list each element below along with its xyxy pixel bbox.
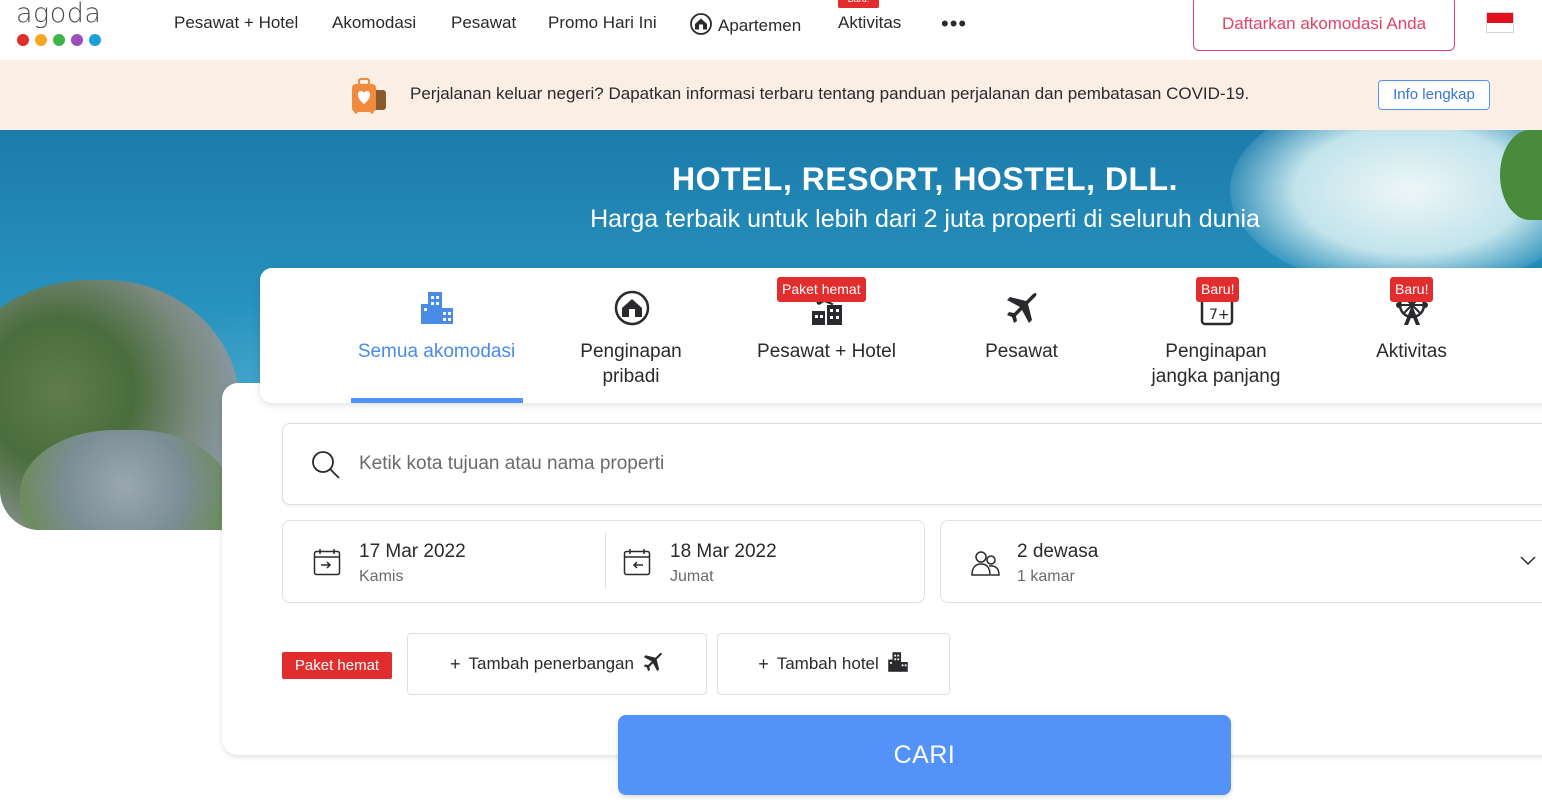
add-hotel-label: Tambah hotel bbox=[776, 654, 879, 673]
more-menu-icon[interactable]: ••• bbox=[941, 11, 967, 37]
hero-subtitle: Harga terbaik untuk lebih dari 2 juta pr… bbox=[590, 205, 1260, 233]
calendar-checkout-icon bbox=[623, 548, 651, 581]
logo-dot bbox=[53, 34, 65, 46]
covid-banner-text: Perjalanan keluar negeri? Dapatkan infor… bbox=[410, 84, 1250, 103]
checkout-date: 18 Mar 2022 bbox=[670, 541, 777, 562]
checkin-date-field[interactable]: 17 Mar 2022 Kamis bbox=[283, 521, 605, 604]
checkout-date-field[interactable]: 18 Mar 2022 Jumat bbox=[606, 521, 926, 604]
logo-text: agoda bbox=[16, 0, 102, 29]
nav-deals[interactable]: Promo Hari Ini bbox=[548, 13, 657, 33]
buildings-icon bbox=[887, 651, 909, 678]
people-icon bbox=[971, 549, 1001, 582]
info-button[interactable]: Info lengkap bbox=[1378, 80, 1490, 110]
tab-flights[interactable]: Pesawat bbox=[924, 288, 1119, 364]
tab-label: Pesawat bbox=[985, 341, 1058, 362]
nav-apartments-label: Apartemen bbox=[718, 16, 802, 35]
new-badge: Baru! bbox=[838, 0, 879, 8]
product-tabs: Semua akomodasi Penginapan pribadi Paket… bbox=[260, 268, 1542, 403]
add-hotel-button[interactable]: + Tambah hotel bbox=[717, 633, 950, 695]
plane-icon bbox=[642, 651, 664, 678]
hero-title: HOTEL, RESORT, HOSTEL, DLL. bbox=[672, 161, 1178, 197]
checkout-day: Jumat bbox=[670, 568, 714, 585]
nav-activities[interactable]: Aktivitas bbox=[838, 13, 901, 33]
tab-label: Penginapan jangka panjang bbox=[1151, 341, 1281, 387]
logo-dot bbox=[17, 34, 29, 46]
chevron-down-icon bbox=[1519, 553, 1537, 571]
covid-banner: Perjalanan keluar negeri? Dapatkan infor… bbox=[0, 60, 1542, 130]
checkin-day: Kamis bbox=[359, 568, 404, 585]
logo-dot bbox=[89, 34, 101, 46]
tab-private-stays[interactable]: Penginapan pribadi bbox=[534, 288, 729, 389]
plane-icon bbox=[924, 288, 1119, 328]
svg-text:7+: 7+ bbox=[1209, 307, 1230, 323]
indonesia-flag-icon[interactable] bbox=[1486, 12, 1514, 33]
logo-dot bbox=[35, 34, 47, 46]
checkin-date: 17 Mar 2022 bbox=[359, 541, 466, 562]
tab-label: Aktivitas bbox=[1376, 341, 1447, 362]
tab-all-accommodation[interactable]: Semua akomodasi bbox=[339, 288, 534, 364]
nav-flight-hotel[interactable]: Pesawat + Hotel bbox=[174, 13, 298, 33]
new-badge: Baru! bbox=[1390, 277, 1434, 302]
tab-long-stays[interactable]: Baru! 7+ Penginapan jangka panjang bbox=[1119, 277, 1314, 389]
buildings-icon bbox=[339, 288, 534, 328]
top-navigation: agoda Pesawat + Hotel Akomodasi Pesawat … bbox=[0, 0, 1542, 60]
package-deal-badge: Paket hemat bbox=[282, 652, 392, 679]
house-icon bbox=[534, 288, 729, 328]
logo-dots bbox=[17, 34, 101, 46]
tab-flight-hotel[interactable]: Paket hemat Pesawat + Hotel bbox=[729, 277, 924, 364]
luggage-heart-icon bbox=[350, 78, 388, 119]
nav-apartments[interactable]: Apartemen bbox=[690, 13, 801, 40]
tab-label: Semua akomodasi bbox=[357, 341, 516, 362]
destination-search-box[interactable] bbox=[282, 423, 1542, 505]
logo-dot bbox=[71, 34, 83, 46]
adults-count: 2 dewasa bbox=[1017, 541, 1099, 562]
add-flight-button[interactable]: + Tambah penerbangan bbox=[407, 633, 707, 695]
destination-search-input[interactable] bbox=[359, 448, 1259, 480]
new-badge: Baru! bbox=[1196, 277, 1240, 302]
nav-accommodation[interactable]: Akomodasi bbox=[332, 13, 416, 33]
add-flight-label: Tambah penerbangan bbox=[468, 654, 634, 673]
tab-label: Pesawat + Hotel bbox=[757, 341, 896, 362]
date-picker: 17 Mar 2022 Kamis 18 Mar 2022 Jumat bbox=[282, 520, 925, 603]
search-button[interactable]: CARI bbox=[618, 715, 1231, 795]
house-icon bbox=[690, 13, 712, 40]
register-property-button[interactable]: Daftarkan akomodasi Anda bbox=[1193, 0, 1455, 51]
agoda-logo[interactable]: agoda bbox=[16, 0, 108, 50]
guests-rooms-selector[interactable]: 2 dewasa 1 kamar bbox=[940, 520, 1542, 603]
rooms-count: 1 kamar bbox=[1017, 568, 1075, 585]
search-icon bbox=[311, 450, 341, 485]
active-tab-indicator bbox=[351, 398, 523, 403]
tab-activities[interactable]: Baru! Aktivitas bbox=[1314, 277, 1509, 364]
plus-icon: + bbox=[450, 653, 461, 674]
plus-icon: + bbox=[758, 653, 769, 674]
nav-flights[interactable]: Pesawat bbox=[451, 13, 516, 33]
calendar-checkin-icon bbox=[313, 548, 341, 581]
package-deal-badge: Paket hemat bbox=[777, 277, 866, 302]
tab-label: Penginapan pribadi bbox=[580, 341, 682, 387]
